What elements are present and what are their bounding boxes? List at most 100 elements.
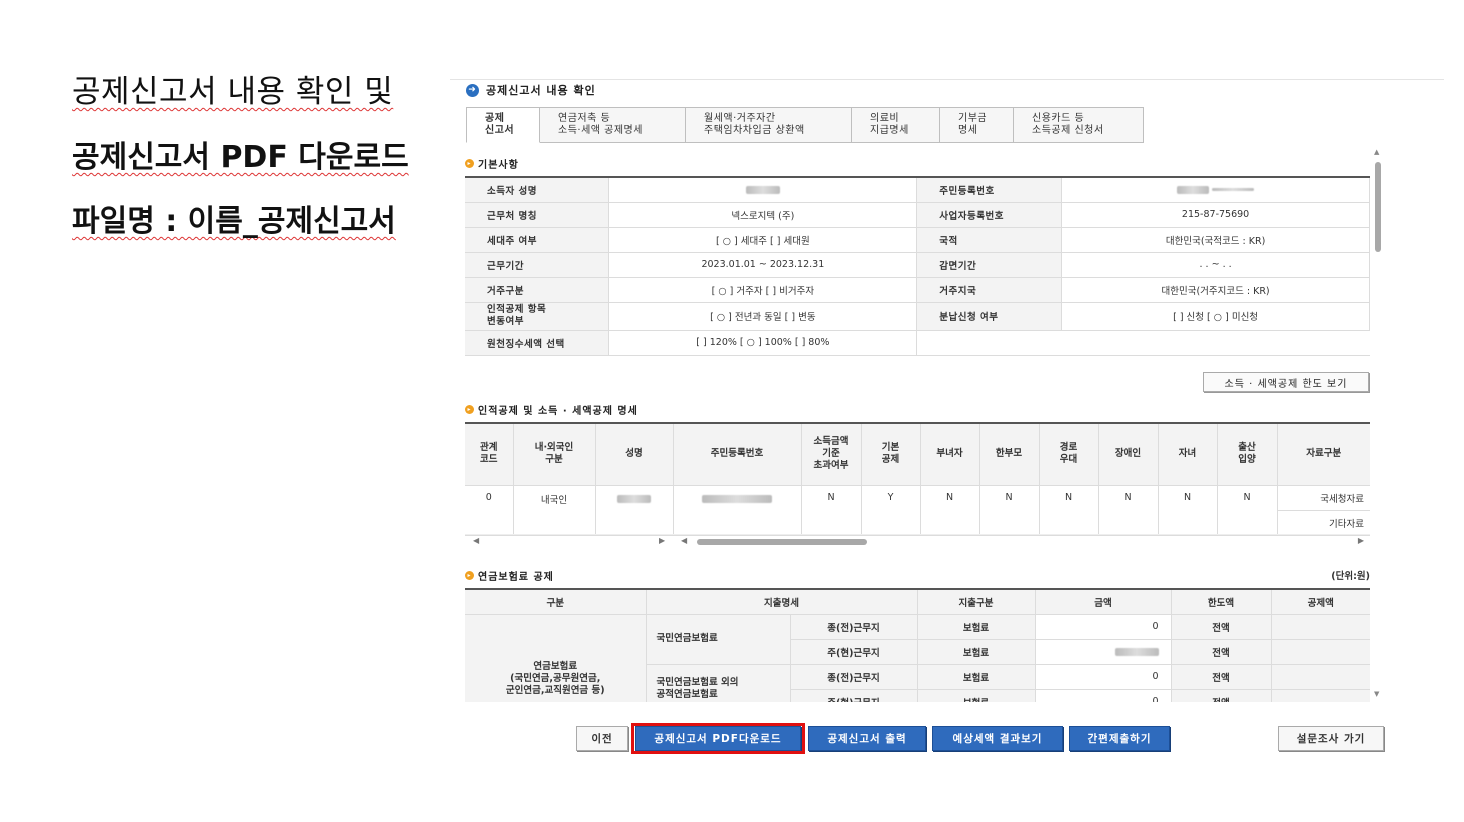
redacted-name (745, 185, 780, 194)
source-cell: 기타자료 (1277, 510, 1370, 536)
unit-label: (단위:원) (1331, 571, 1370, 582)
deduction-limit-button[interactable]: 소득 · 세액공제 한도 보기 (1203, 372, 1369, 392)
slide-heading-line1: 공제신고서 내용 확인 및 (72, 66, 393, 111)
value-cell: [ ○ ] 전년과 동일 [ ] 변동 (608, 302, 918, 331)
slide-heading-line3: 파일명 : 이름_공제신고서 (72, 196, 396, 240)
value-cell: [ ○ ] 거주자 [ ] 비거주자 (608, 277, 918, 303)
kind-cell: 보험료 (917, 664, 1036, 690)
rrn-value-cell (1061, 177, 1370, 203)
scroll-left-icon[interactable]: ◀ (473, 536, 479, 545)
tab-medical[interactable]: 의료비 지급명세 (852, 107, 940, 143)
col-header: 성명 (595, 423, 674, 486)
basic-section-title: ▸ 기본사항 (465, 156, 519, 171)
persons-section-title: ▸ 인적공제 및 소득 · 세액공제 명세 (465, 402, 638, 417)
table-row: 연금보험료 (국민연금,공무원연금, 군인연금,교직원연금 등) 국민연금보험료… (465, 614, 1370, 702)
cell: 0 (465, 485, 514, 536)
label-cell: 국적 (916, 227, 1063, 253)
col-header: 공제액 (1271, 589, 1370, 615)
basic-title-text: 기본사항 (478, 160, 519, 171)
amount-cell (1035, 639, 1172, 665)
value-cell: 넥스로지텍 (주) (608, 202, 918, 228)
scroll-down-icon[interactable]: ▼ (1374, 690, 1379, 698)
cell: N (1098, 485, 1159, 536)
cell: N (1158, 485, 1218, 536)
heading-line1-text: 공제신고서 내용 확인 및 (72, 74, 394, 110)
deduction-cell (1271, 639, 1370, 665)
cell: Y (861, 485, 921, 536)
label-cell: 거주지국 (916, 277, 1063, 303)
pension-table: 구분 지출명세 지출구분 금액 한도액 공제액 연금보험료 (국민연금,공무원연… (465, 588, 1370, 702)
value-cell: 215-87-75690 (1061, 202, 1370, 228)
scroll-left-icon[interactable]: ◀ (681, 536, 687, 545)
scroll-thumb[interactable] (1375, 162, 1381, 252)
label-cell: 원천징수세액 선택 (465, 330, 610, 356)
col-header: 기본 공제 (861, 423, 921, 486)
table-row: 세대주 여부 [ ○ ] 세대주 [ ] 세대원 국적 대한민국(국적코드 : … (465, 227, 1370, 253)
panel-top-rule (450, 79, 1444, 80)
deduction-cell (1271, 689, 1370, 702)
col-header: 자녀 (1158, 423, 1218, 486)
print-report-button[interactable]: 공제신고서 출력 (808, 726, 926, 751)
col-header: 소득금액 기준 초과여부 (801, 423, 862, 486)
sub-cell: 국민연금보험료 (646, 614, 791, 665)
limit-cell: 전액 (1171, 664, 1272, 690)
panel-title: ➜ 공제신고서 내용 확인 (466, 82, 596, 98)
cell: N (979, 485, 1040, 536)
tab-deduction-report[interactable]: 공제 신고서 (466, 107, 540, 143)
label-cell: 분납신청 여부 (916, 302, 1063, 331)
cell: N (1217, 485, 1278, 536)
sub-cell: 국민연금보험료 외의 공적연금보험료 (646, 664, 791, 702)
label-cell: 근무처 명칭 (465, 202, 610, 228)
basic-info-table: 소득자 성명 주민등록번호 근무처 명칭 넥스로지텍 (주) 사업자등록번호 2… (465, 176, 1370, 356)
expected-tax-button[interactable]: 예상세액 결과보기 (932, 726, 1063, 751)
col-header: 한부모 (979, 423, 1040, 486)
tab-monthly-rent[interactable]: 월세액·거주자간 주택임차차입금 상환액 (686, 107, 852, 143)
heading-line2-text: 공제신고서 PDF 다운로드 (72, 140, 409, 175)
pension-title-text: 연금보험료 공제 (478, 572, 554, 583)
label-cell: 거주구분 (465, 277, 610, 303)
cell: N (920, 485, 980, 536)
col-header: 지출명세 (646, 589, 918, 615)
header-row: 구분 지출명세 지출구분 금액 한도액 공제액 (465, 589, 1370, 615)
section-bullet-icon: ▸ (465, 571, 474, 580)
redacted-name-cell (595, 485, 674, 536)
prev-button[interactable]: 이전 (576, 726, 628, 751)
job-cell: 종(전)근무지 (790, 614, 918, 640)
persons-title-text: 인적공제 및 소득 · 세액공제 명세 (478, 406, 638, 417)
survey-button[interactable]: 설문조사 가기 (1278, 726, 1384, 751)
label-cell: 주민등록번호 (916, 177, 1063, 203)
section-bullet-icon: ▸ (465, 159, 474, 168)
empty-cell (916, 330, 1370, 356)
kind-cell: 보험료 (917, 614, 1036, 640)
redacted-rrn-cell (673, 485, 802, 536)
col-header: 구분 (465, 589, 647, 615)
report-scroll-area[interactable]: ▸ 기본사항 소득자 성명 주민등록번호 근무처 명칭 넥스로지텍 (주) 사업… (465, 146, 1370, 702)
horizontal-scrollbar[interactable]: ◀ ▶ ◀ ▶ (465, 534, 1370, 548)
redacted-amount (1114, 647, 1159, 656)
scroll-thumb[interactable] (697, 539, 867, 545)
col-header: 금액 (1035, 589, 1172, 615)
scroll-up-icon[interactable]: ▲ (1374, 148, 1379, 156)
value-cell: [ ] 120% [ ○ ] 100% [ ] 80% (608, 330, 918, 356)
job-cell: 주(현)근무지 (790, 689, 918, 702)
col-header: 출산 입양 (1217, 423, 1278, 486)
label-cell: 세대주 여부 (465, 227, 610, 253)
vertical-scrollbar[interactable]: ▲ ▼ (1372, 146, 1384, 702)
value-cell: [ ] 신청 [ ○ ] 미신청 (1061, 302, 1370, 331)
cell: N (1039, 485, 1099, 536)
tab-donation[interactable]: 기부금 명세 (940, 107, 1014, 143)
table-row: 0 내국인 N Y N N N N N N 국세청자료 (465, 485, 1370, 536)
job-cell: 주(현)근무지 (790, 639, 918, 665)
pdf-button-highlight (631, 723, 805, 754)
scroll-right-icon[interactable]: ▶ (659, 536, 665, 545)
kind-cell: 보험료 (917, 639, 1036, 665)
label-cell: 사업자등록번호 (916, 202, 1063, 228)
tab-credit-card[interactable]: 신용카드 등 소득공제 신청서 (1014, 107, 1144, 143)
tab-pension-savings[interactable]: 연금저축 등 소득·세액 공제명세 (540, 107, 686, 143)
arrow-circle-icon: ➜ (466, 83, 479, 97)
simple-submit-button[interactable]: 간편제출하기 (1069, 726, 1170, 751)
redacted-rrn (702, 495, 772, 503)
scroll-right-icon[interactable]: ▶ (1358, 536, 1364, 545)
deduction-cell (1271, 614, 1370, 640)
value-cell: 2023.01.01 ~ 2023.12.31 (608, 252, 918, 278)
